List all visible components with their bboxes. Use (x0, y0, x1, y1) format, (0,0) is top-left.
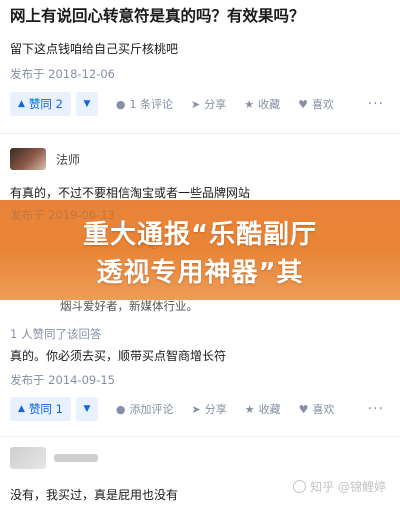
star-icon: ★ (244, 97, 255, 111)
like-label: 喜欢 (311, 98, 334, 111)
banner-line-2: 透视专用神器”其 (96, 258, 304, 288)
collect-label: 收藏 (258, 403, 281, 416)
like-label: 喜欢 (312, 403, 335, 416)
answer-3-text[interactable]: 真的。你必须去买，顺带买点智商增长符 (10, 347, 226, 364)
more-button[interactable]: ··· (368, 401, 384, 417)
triangle-up-icon: ▲ (18, 99, 25, 109)
divider (0, 436, 400, 437)
downvote-button[interactable]: ▼ (75, 92, 98, 116)
author-name-blurred (54, 454, 98, 462)
answer-feed: 网上有说回心转意符是真的吗？有效果吗？ 留下这点钱咱给自己买斤核桃吧 发布于 2… (0, 0, 400, 507)
avatar[interactable] (10, 148, 46, 170)
comment-button[interactable]: ● 添加评论 (116, 401, 174, 417)
promo-banner[interactable]: 发布于 2019-06-13 评论 重大通报“乐酷副厅 透视专用神器”其 (0, 200, 400, 300)
more-dots-icon: ··· (367, 401, 384, 417)
more-button[interactable]: ··· (368, 96, 384, 112)
answer-3-date[interactable]: 发布于 2014-09-15 (10, 372, 115, 388)
answer-2-text[interactable]: 有真的，不过不要相信淘宝或者一些品牌网站 (10, 184, 250, 201)
comment-button[interactable]: ● 1 条评论 (116, 96, 173, 112)
vote-note: 1 人赞同了该回答 (10, 327, 102, 341)
share-label: 分享 (204, 403, 227, 416)
downvote-button[interactable]: ▼ (75, 397, 98, 421)
comment-label: 添加评论 (129, 403, 174, 416)
share-label: 分享 (204, 98, 227, 111)
answer-1-date[interactable]: 发布于 2018-12-06 (10, 66, 115, 82)
answer-3-actions: ▲ 赞同 1 ▼ ● 添加评论 ➤ 分享 ★ 收藏 ♥ 喜欢 ··· (10, 396, 390, 422)
share-button[interactable]: ➤ 分享 (192, 401, 227, 417)
like-button[interactable]: ♥ 喜欢 (299, 401, 335, 417)
collect-button[interactable]: ★ 收藏 (244, 96, 280, 112)
author-name[interactable]: 法师 (56, 151, 80, 168)
answer-1-text[interactable]: 留下这点钱咱给自己买斤核桃吧 (10, 40, 178, 57)
collect-button[interactable]: ★ 收藏 (245, 401, 281, 417)
zhihu-logo-icon (293, 480, 307, 493)
star-icon: ★ (244, 402, 255, 416)
share-plane-icon: ➤ (191, 97, 201, 111)
answer-1-actions: ▲ 赞同 2 ▼ ● 1 条评论 ➤ 分享 ★ 收藏 ♥ 喜欢 ··· (10, 91, 390, 117)
upvote-label: 赞同 1 (28, 402, 63, 416)
answer-2-author: 法师 (10, 148, 80, 170)
share-button[interactable]: ➤ 分享 (191, 96, 226, 112)
heart-icon: ♥ (298, 402, 309, 416)
comment-bubble-icon: ● (115, 97, 126, 111)
watermark-text: 知乎 @锦鲤婷 (310, 480, 386, 494)
upvote-label: 赞同 2 (28, 97, 63, 111)
author-bio: 烟斗爱好者，新媒体行业。 (60, 299, 198, 313)
heart-icon: ♥ (298, 97, 308, 111)
banner-line-1: 重大通报“乐酷副厅 (82, 220, 318, 250)
triangle-down-icon: ▼ (83, 404, 91, 414)
share-plane-icon: ➤ (191, 402, 201, 416)
watermark: 知乎 @锦鲤婷 (293, 478, 386, 495)
divider (0, 133, 400, 134)
more-dots-icon: ··· (367, 96, 384, 112)
upvote-button[interactable]: ▲ 赞同 1 (10, 397, 71, 421)
triangle-up-icon: ▲ (18, 404, 25, 414)
like-button[interactable]: ♥ 喜欢 (298, 96, 334, 112)
collect-label: 收藏 (258, 98, 281, 111)
comment-bubble-icon: ● (115, 402, 126, 416)
avatar[interactable] (10, 447, 46, 469)
comment-label: 1 条评论 (129, 98, 174, 111)
answer-3-author: 烟斗爱好者，新媒体行业。 (10, 298, 198, 314)
question-title[interactable]: 网上有说回心转意符是真的吗？有效果吗？ (10, 4, 390, 26)
answer-4-author (10, 447, 98, 469)
answer-4-text[interactable]: 没有，我买过，真是屁用也没有 (10, 486, 178, 503)
triangle-down-icon: ▼ (83, 99, 91, 109)
upvote-button[interactable]: ▲ 赞同 2 (10, 92, 71, 116)
